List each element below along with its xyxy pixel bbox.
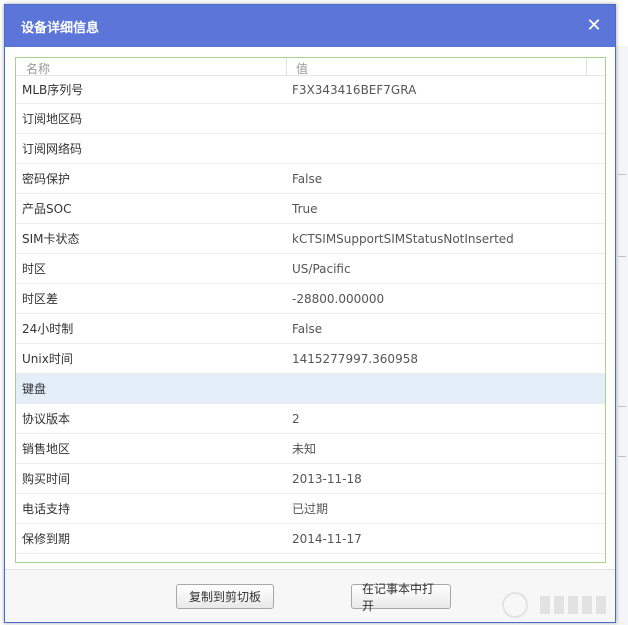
row-value: [292, 374, 602, 403]
column-header-value[interactable]: 值: [296, 60, 308, 77]
row-value: F3X343416BEF7GRA: [292, 82, 417, 97]
background-window-edge: [614, 46, 628, 625]
table-row[interactable]: MLB序列号 F3X343416BEF7GRA: [16, 76, 605, 104]
table-row[interactable]: 24小时制 False: [16, 314, 605, 344]
row-value: 已过期: [292, 502, 329, 516]
open-in-notepad-button[interactable]: 在记事本中打开: [351, 582, 451, 613]
table-row[interactable]: 时区 US/Pacific: [16, 254, 605, 284]
column-divider[interactable]: [286, 58, 287, 76]
row-value: kCTSIMSupportSIMStatusNotInserted: [292, 231, 514, 246]
row-name: 订阅网络码: [22, 142, 83, 156]
row-value: [292, 134, 602, 163]
background-tick: [618, 406, 626, 407]
row-value: True: [292, 201, 318, 216]
watermark-mark: [540, 596, 610, 614]
row-value: 2: [292, 411, 300, 426]
column-divider[interactable]: [586, 58, 587, 76]
table-row[interactable]: 购买时间 2013-11-18: [16, 464, 605, 494]
table-row[interactable]: 密码保护 False: [16, 164, 605, 194]
row-value: 1415277997.360958: [292, 351, 418, 366]
table-row[interactable]: 协议版本 2: [16, 404, 605, 434]
row-name: 产品SOC: [22, 202, 72, 216]
row-name: 密码保护: [22, 172, 71, 186]
details-table: 名称 值 MLB序列号 F3X343416BEF7GRA 订阅地区码订阅网络码密码保…: [15, 57, 606, 563]
row-name: 保修到期: [22, 532, 71, 546]
background-tick: [618, 174, 626, 175]
table-row[interactable]: 电话支持 已过期: [16, 494, 605, 524]
column-header-name[interactable]: 名称: [26, 60, 50, 77]
row-value: False: [292, 171, 323, 186]
row-name: 时区: [22, 262, 47, 276]
table-header: 名称 值: [16, 58, 605, 77]
row-name: 键盘: [22, 382, 47, 396]
table-row[interactable]: 保修到期 2014-11-17: [16, 524, 605, 554]
dialog-title: 设备详细信息: [21, 20, 100, 36]
row-name: 24小时制: [22, 322, 74, 336]
row-name: MLB序列号: [22, 83, 84, 97]
table-row[interactable]: 订阅网络码: [16, 134, 605, 164]
table-row[interactable]: 销售地区 未知: [16, 434, 605, 464]
row-name: 时区差: [22, 292, 59, 306]
row-value: -28800.000000: [292, 291, 385, 306]
row-name: 销售地区: [22, 442, 71, 456]
row-value: US/Pacific: [292, 261, 351, 276]
row-name: 订阅地区码: [22, 112, 83, 126]
table-body: MLB序列号 F3X343416BEF7GRA 订阅地区码订阅网络码密码保护 Fals…: [16, 76, 605, 554]
row-name: Unix时间: [22, 352, 73, 366]
watermark-circle: [502, 592, 528, 618]
row-value: 未知: [292, 442, 317, 456]
table-row[interactable]: SIM卡状态 kCTSIMSupportSIMStatusNotInserted: [16, 224, 605, 254]
row-value: [292, 104, 602, 133]
background-tick: [618, 456, 626, 457]
table-row[interactable]: 时区差 -28800.000000: [16, 284, 605, 314]
dialog-titlebar: 设备详细信息 ✕: [5, 5, 615, 47]
row-value: 2014-11-17: [292, 531, 362, 546]
row-name: SIM卡状态: [22, 232, 80, 246]
device-details-dialog: 设备详细信息 ✕ 名称 值 MLB序列号 F3X343416BEF7GRA 订阅地区…: [4, 4, 616, 623]
row-name: 电话支持: [22, 502, 71, 516]
scrollbar-track[interactable]: [605, 76, 606, 562]
row-name: 协议版本: [22, 412, 71, 426]
row-value: False: [292, 321, 323, 336]
background-tick: [618, 256, 626, 257]
table-row[interactable]: 键盘: [16, 374, 605, 404]
row-value: 2013-11-18: [292, 471, 362, 486]
row-name: 购买时间: [22, 472, 71, 486]
table-row[interactable]: Unix时间 1415277997.360958: [16, 344, 605, 374]
table-row[interactable]: 产品SOC True: [16, 194, 605, 224]
watermark-logo: [480, 590, 620, 620]
copy-to-clipboard-button[interactable]: 复制到剪切板: [176, 584, 274, 609]
close-icon[interactable]: ✕: [585, 17, 603, 35]
table-row[interactable]: 订阅地区码: [16, 104, 605, 134]
